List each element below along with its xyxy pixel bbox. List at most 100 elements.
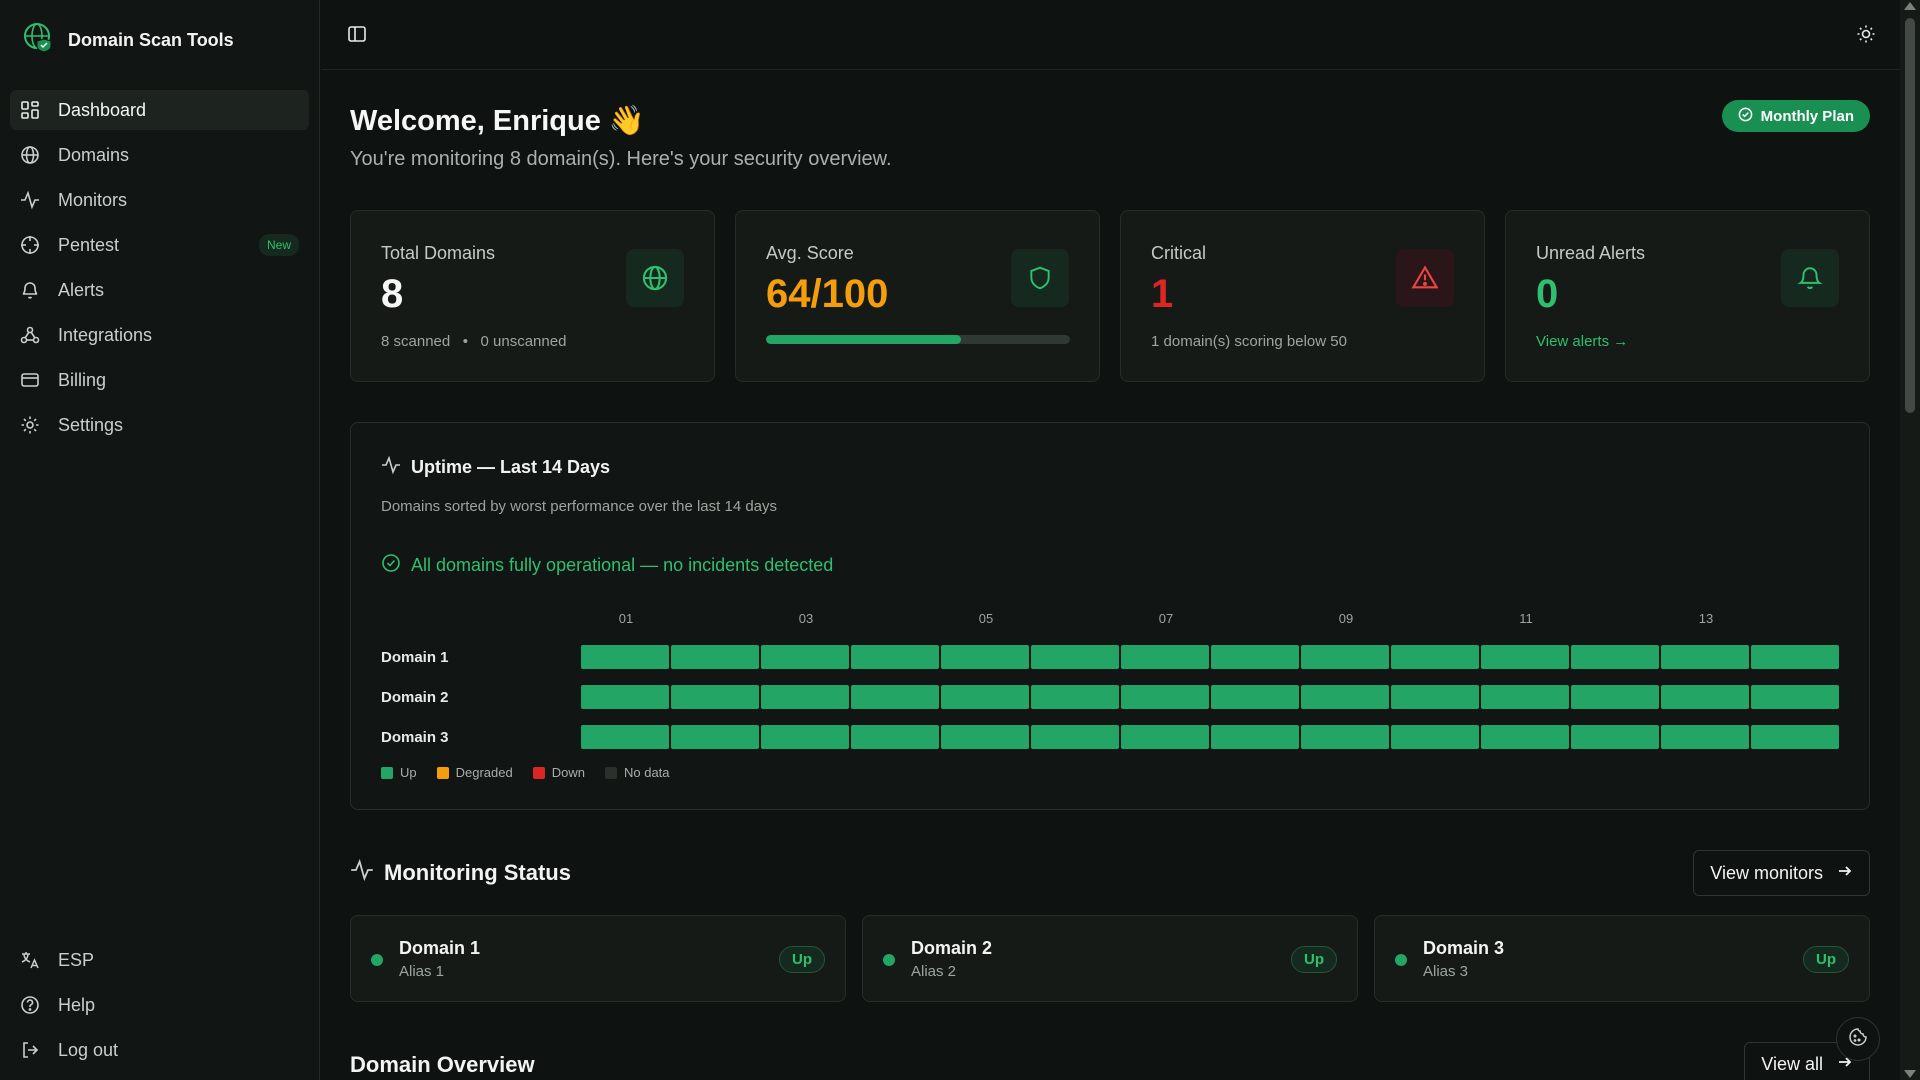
sidebar-item-dashboard[interactable]: Dashboard [10,90,309,130]
domain-overview-title: Domain Overview [350,1052,535,1077]
uptime-cell[interactable] [1301,685,1389,709]
uptime-cell[interactable] [1031,725,1119,749]
uptime-cell[interactable] [1391,645,1479,669]
uptime-cell[interactable] [941,725,1029,749]
uptime-cell[interactable] [1661,645,1749,669]
sidebar-toggle-icon[interactable] [347,24,369,46]
legend-label: Degraded [455,765,513,780]
uptime-cell[interactable] [1481,725,1569,749]
legend-item-degraded: Degraded [436,765,513,780]
theme-toggle-sun-icon[interactable] [1856,24,1878,46]
monitor-card-domain-2[interactable]: Domain 2 Alias 2 Up [862,915,1358,1002]
sidebar-item-integrations[interactable]: Integrations [10,315,309,355]
x-tick-label: 13 [1699,611,1713,626]
uptime-cell[interactable] [1391,685,1479,709]
page-title: Welcome, Enrique 👋 [350,104,892,138]
uptime-cell[interactable] [1301,725,1389,749]
monitor-card-domain-1[interactable]: Domain 1 Alias 1 Up [350,915,846,1002]
plan-badge[interactable]: Monthly Plan [1721,100,1870,132]
welcome-text: Welcome, Enrique [350,104,601,137]
monitor-name: Domain 3 [1423,938,1505,958]
uptime-cell[interactable] [851,645,939,669]
uptime-cell[interactable] [761,685,849,709]
uptime-cell[interactable] [581,725,669,749]
critical-card[interactable]: Critical 1 1 domain(s) scoring below 50 [1120,210,1485,382]
uptime-cell[interactable] [1121,685,1209,709]
stats-row: Total Domains 8 8 scanned • 0 unscanned … [350,210,1870,382]
uptime-cell[interactable] [1121,645,1209,669]
monitor-alias: Alias 3 [1423,963,1469,980]
cookie-settings-button[interactable] [1836,1017,1880,1061]
uptime-cell[interactable] [851,725,939,749]
language-switch[interactable]: ESP [10,940,309,980]
sidebar-item-monitors[interactable]: Monitors [10,180,309,220]
view-alerts-link[interactable]: View alerts → [1536,333,1839,350]
bullet-separator: • [454,333,477,350]
total-domains-card[interactable]: Total Domains 8 8 scanned • 0 unscanned [350,210,715,382]
uptime-cell[interactable] [941,645,1029,669]
scrollbar-thumb[interactable] [1905,18,1915,413]
unread-alerts-card[interactable]: Unread Alerts 0 View alerts → [1505,210,1870,382]
legend-swatch [381,766,393,779]
uptime-title: Uptime — Last 14 Days [381,455,1839,480]
uptime-cell[interactable] [1751,645,1839,669]
uptime-cell[interactable] [761,645,849,669]
uptime-cell[interactable] [761,725,849,749]
uptime-cell[interactable] [1031,645,1119,669]
uptime-cell[interactable] [1211,645,1299,669]
language-icon [20,950,40,970]
sidebar-item-label: Billing [58,369,107,390]
button-label: View monitors [1710,862,1823,883]
sidebar-item-label: Alerts [58,279,105,300]
uptime-cell[interactable] [1211,725,1299,749]
warning-triangle-icon [1396,249,1454,307]
monitor-card-domain-3[interactable]: Domain 3 Alias 3 Up [1374,915,1870,1002]
sidebar-item-label: Domains [58,144,130,165]
monitor-alias: Alias 1 [399,963,445,980]
legend-item-up: Up [381,765,417,780]
scroll-down-arrow-icon[interactable] [1904,1070,1916,1078]
view-monitors-button[interactable]: View monitors [1693,850,1870,896]
uptime-cell[interactable] [1211,685,1299,709]
globe-shield-logo-icon [22,21,56,60]
x-tick-label: 09 [1339,611,1353,626]
logout-button[interactable]: Log out [10,1030,309,1070]
uptime-cell[interactable] [671,685,759,709]
brand[interactable]: Domain Scan Tools [0,0,319,80]
scroll-up-arrow-icon[interactable] [1904,2,1916,10]
uptime-cell[interactable] [671,725,759,749]
button-label: View all [1761,1053,1823,1074]
gear-icon [20,415,40,435]
uptime-cell[interactable] [1661,725,1749,749]
uptime-cell[interactable] [1751,725,1839,749]
page-scrollbar[interactable] [1900,0,1920,1080]
shield-icon [1011,249,1069,307]
uptime-cell[interactable] [941,685,1029,709]
sidebar-item-billing[interactable]: Billing [10,360,309,400]
bell-icon [1781,249,1839,307]
sidebar-item-help[interactable]: Help [10,985,309,1025]
uptime-cell[interactable] [581,645,669,669]
uptime-cell[interactable] [671,645,759,669]
sidebar-item-settings[interactable]: Settings [10,405,309,445]
avg-score-card[interactable]: Avg. Score 64/100 [735,210,1100,382]
uptime-cell[interactable] [1481,645,1569,669]
uptime-cell[interactable] [1121,725,1209,749]
legend-swatch [532,766,545,779]
uptime-cell[interactable] [1751,685,1839,709]
sidebar-item-pentest[interactable]: Pentest New [10,225,309,265]
uptime-cell[interactable] [1571,725,1659,749]
legend-label: No data [623,765,670,780]
uptime-cell[interactable] [1571,685,1659,709]
sidebar-item-alerts[interactable]: Alerts [10,270,309,310]
uptime-cell[interactable] [1301,645,1389,669]
uptime-cell[interactable] [1031,685,1119,709]
sidebar-item-domains[interactable]: Domains [10,135,309,175]
monitoring-status-title: Monitoring Status [350,858,571,888]
uptime-cell[interactable] [1391,725,1479,749]
uptime-cell[interactable] [1661,685,1749,709]
uptime-cell[interactable] [581,685,669,709]
uptime-cell[interactable] [851,685,939,709]
uptime-cell[interactable] [1571,645,1659,669]
uptime-cell[interactable] [1481,685,1569,709]
